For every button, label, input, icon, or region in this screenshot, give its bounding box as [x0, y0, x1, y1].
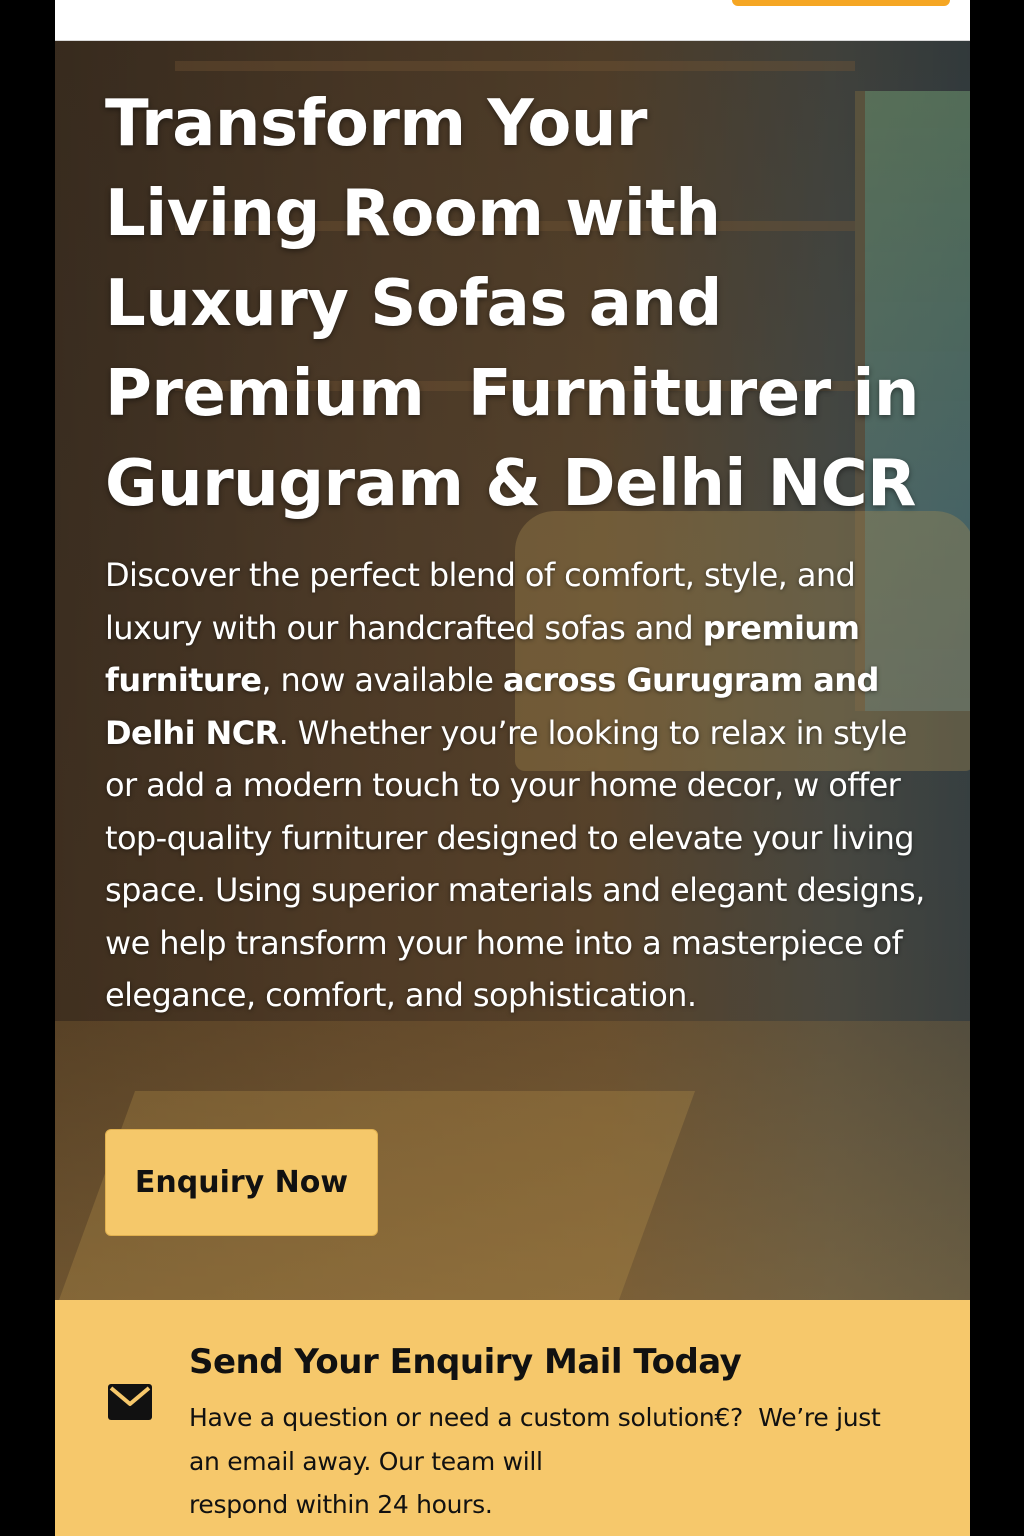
- hero-title-line: Premium Furniturer in: [105, 357, 919, 431]
- mail-icon: [108, 1384, 152, 1420]
- site-header: [55, 0, 970, 41]
- hero-description: Discover the perfect blend of comfort, s…: [105, 549, 945, 1022]
- header-cta-button[interactable]: [732, 0, 950, 6]
- enquiry-text: Have a question or need a custom solutio…: [189, 1396, 929, 1527]
- hero-title: Transform Your Living Room with Luxury S…: [105, 79, 955, 529]
- hero-title-line: Gurugram & Delhi NCR: [105, 447, 916, 521]
- hero-section: Transform Your Living Room with Luxury S…: [55, 41, 970, 1300]
- hero-desc-text: , now available: [261, 661, 503, 699]
- hero-desc-text: . Whether you’re looking to relax in sty…: [105, 713, 925, 1015]
- enquiry-text-line: an email away. Our team will: [189, 1446, 543, 1476]
- shelf-decoration: [175, 61, 855, 71]
- enquiry-text-line: Have a question or need a custom solutio…: [189, 1403, 881, 1432]
- enquiry-section: Send Your Enquiry Mail Today Have a ques…: [55, 1300, 970, 1536]
- page-frame: Transform Your Living Room with Luxury S…: [55, 0, 970, 1536]
- hero-title-line: Transform Your: [105, 87, 647, 161]
- enquiry-title: Send Your Enquiry Mail Today: [189, 1342, 742, 1382]
- hero-title-line: Living Room with: [105, 177, 721, 251]
- enquiry-now-button[interactable]: Enquiry Now: [105, 1129, 378, 1236]
- hero-title-line: Luxury Sofas and: [105, 267, 722, 341]
- enquiry-text-line: respond within 24 hours.: [189, 1490, 493, 1519]
